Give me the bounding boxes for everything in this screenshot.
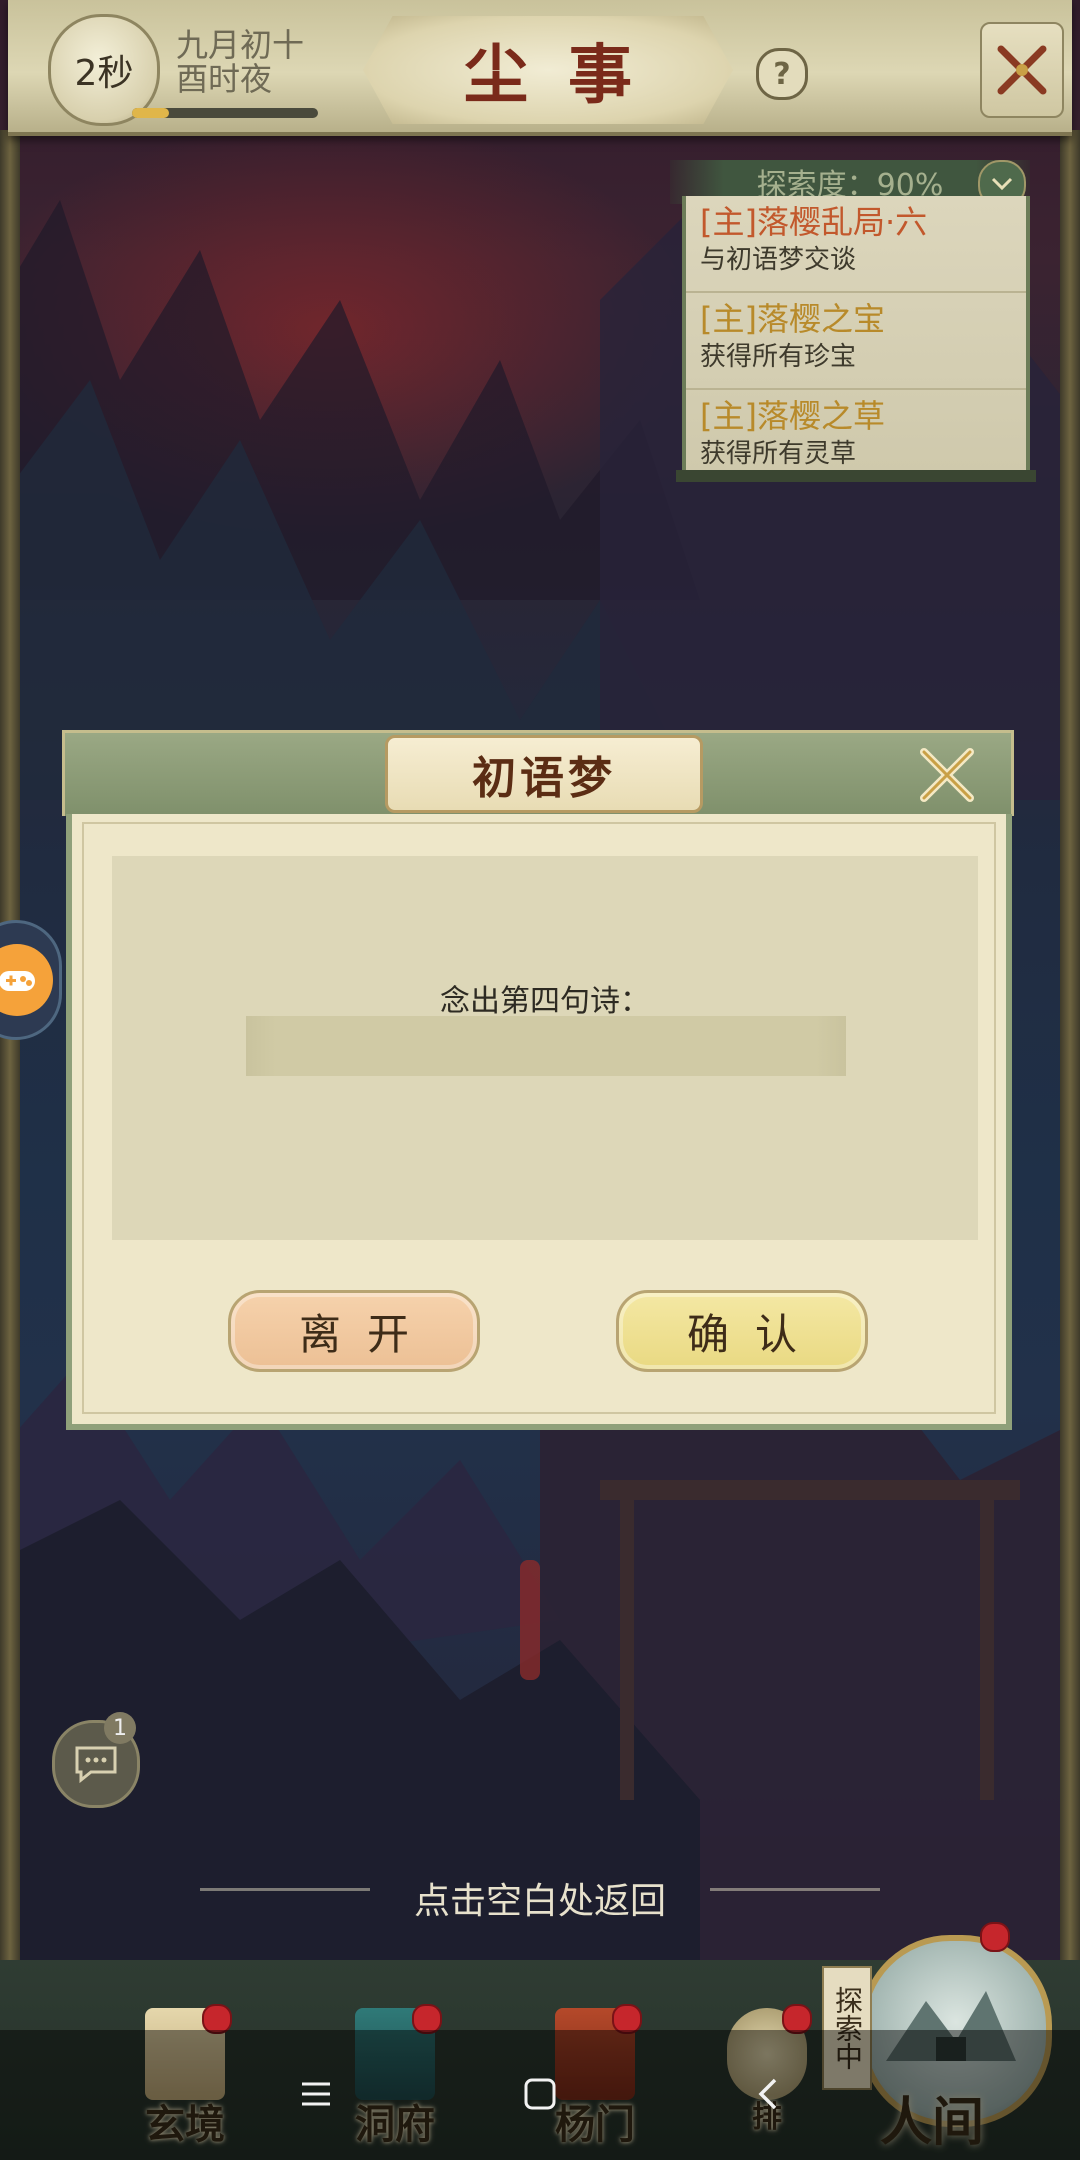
dialog-close-button[interactable] (912, 740, 982, 810)
close-scene-button[interactable] (980, 22, 1064, 118)
right-frame (1060, 130, 1080, 1960)
chevron-down-icon (991, 177, 1013, 191)
time-progress-bar (132, 108, 318, 118)
page-title: 尘事 (464, 38, 672, 113)
close-icon (920, 748, 974, 802)
chat-unread-badge: 1 (104, 1712, 136, 1744)
quest-item[interactable]: [主]落樱之宝 获得所有珍宝 (686, 293, 1026, 390)
home-icon (524, 2078, 556, 2110)
menu-button[interactable] (286, 2064, 346, 2124)
date-line1: 九月初十 (176, 26, 305, 64)
poem-answer-input[interactable] (246, 1016, 846, 1076)
quest-desc: 获得所有珍宝 (700, 342, 857, 372)
time-progress-fill (132, 108, 170, 118)
dialog-body: 念出第四句诗： 离开 确认 (66, 814, 1012, 1430)
quest-item[interactable]: [主]落樱之草 获得所有灵草 (686, 390, 1026, 472)
close-icon (997, 45, 1047, 95)
poem-prompt: 念出第四句诗： (440, 984, 650, 1019)
leave-button[interactable]: 离开 (228, 1290, 480, 1372)
date-line2: 酉时夜 (176, 60, 273, 98)
quest-list: [主]落樱乱局·六 与初语梦交谈 [主]落樱之宝 获得所有珍宝 [主]落樱之草 … (682, 196, 1030, 472)
home-button[interactable] (510, 2064, 570, 2124)
quest-title: [主]落樱之宝 (700, 300, 885, 338)
return-hint[interactable]: 点击空白处返回 (0, 1872, 1080, 1924)
game-date: 九月初十 酉时夜 (176, 28, 304, 96)
quest-title: [主]落樱乱局·六 (700, 203, 928, 241)
menu-icon (302, 2082, 330, 2106)
left-frame (0, 130, 20, 1960)
quest-desc: 与初语梦交谈 (700, 245, 857, 275)
top-bar: 2秒 九月初十 酉时夜 尘事 ? (8, 0, 1072, 136)
quest-item[interactable]: [主]落樱乱局·六 与初语梦交谈 (686, 196, 1026, 293)
confirm-button[interactable]: 确认 (616, 1290, 868, 1372)
dialog-title: 初语梦 (472, 753, 616, 804)
back-icon (758, 2078, 777, 2110)
quest-desc: 获得所有灵草 (700, 439, 857, 469)
chat-icon (75, 1746, 117, 1784)
notification-dot (980, 1922, 1010, 1952)
help-button[interactable]: ? (756, 48, 808, 100)
page-title-plaque: 尘事 (363, 16, 733, 124)
dialog-content: 念出第四句诗： (112, 856, 978, 1240)
quest-title: [主]落樱之草 (700, 397, 885, 435)
gamepad-icon (0, 944, 53, 1016)
back-button[interactable] (738, 2064, 798, 2124)
dialog-title-plate: 初语梦 (385, 735, 703, 813)
quest-panel-edge (676, 470, 1036, 482)
